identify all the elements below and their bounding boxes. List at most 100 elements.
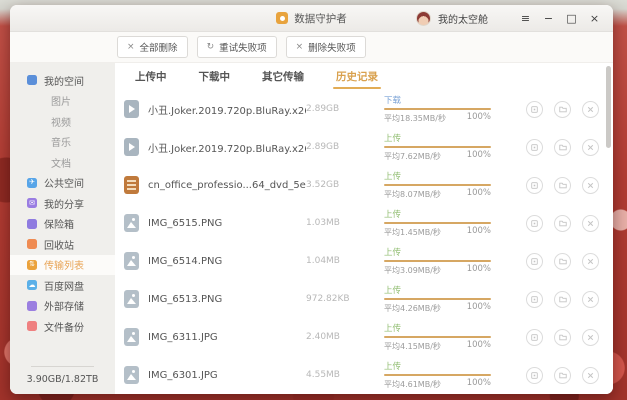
tab-other-transfers[interactable]: 其它传输 [260, 65, 306, 88]
sidebar-item-label: 公共空间 [44, 175, 84, 190]
progress-bar [384, 108, 491, 110]
sidebar-item-8[interactable]: 回收站 [10, 234, 115, 255]
transfer-row[interactable]: IMG_6301.JPG 4.55MB 上传 平均4.61MB/秒 100% [115, 356, 613, 394]
delete-icon[interactable] [582, 329, 599, 346]
open-folder-icon[interactable] [554, 177, 571, 194]
sidebar-item-0[interactable]: 我的空间 [10, 70, 115, 91]
transfer-row[interactable]: IMG_6311.JPG 2.40MB 上传 平均4.15MB/秒 100% [115, 318, 613, 356]
direction-label: 上传 [384, 284, 491, 296]
file-size: 2.89GB [306, 104, 384, 114]
app-logo-icon [276, 12, 288, 24]
row-actions [526, 177, 613, 194]
delete-icon[interactable] [582, 215, 599, 232]
tab-history[interactable]: 历史记录 [334, 65, 380, 88]
sidebar-item-label: 音乐 [51, 134, 71, 149]
sidebar-item-5[interactable]: ✈ 公共空间 [10, 173, 115, 194]
delete-icon[interactable] [582, 253, 599, 270]
open-folder-icon[interactable] [554, 329, 571, 346]
transfer-row[interactable]: 小丑.Joker.2019.720p.BluRay.x264.AC3.mkv 2… [115, 128, 613, 166]
sidebar-item-12[interactable]: 文件备份 [10, 316, 115, 337]
sidebar-item-label: 文档 [51, 155, 71, 170]
open-file-icon[interactable] [526, 329, 543, 346]
file-type-icon [124, 328, 139, 346]
delete-icon[interactable] [582, 177, 599, 194]
retry-failed-label: 重试失败项 [219, 40, 267, 54]
tab-uploading[interactable]: 上传中 [133, 65, 169, 88]
sidebar-item-11[interactable]: 外部存储 [10, 296, 115, 317]
transfer-status: 上传 平均8.07MB/秒 100% [384, 170, 491, 200]
open-folder-icon[interactable] [554, 291, 571, 308]
minimize-icon[interactable]: − [541, 12, 556, 25]
file-size: 1.04MB [306, 256, 384, 266]
sidebar-item-10[interactable]: ☁ 百度网盘 [10, 275, 115, 296]
tab-downloading[interactable]: 下载中 [197, 65, 233, 88]
progress-bar [384, 222, 491, 224]
row-actions [526, 367, 613, 384]
progress-percent: 100% [467, 112, 491, 122]
progress-bar [384, 146, 491, 148]
file-type-icon [124, 366, 139, 384]
average-speed: 平均4.61MB/秒 [384, 379, 441, 390]
clear-failed-icon: × [296, 43, 304, 52]
delete-icon[interactable] [582, 139, 599, 156]
scrollbar-thumb[interactable] [606, 66, 611, 148]
retry-icon: ↻ [207, 43, 215, 52]
open-file-icon[interactable] [526, 177, 543, 194]
menu-icon[interactable]: ≡ [518, 12, 533, 25]
retry-failed-button[interactable]: ↻ 重试失败项 [197, 36, 277, 58]
file-type-icon [124, 290, 139, 308]
delete-icon[interactable] [582, 291, 599, 308]
open-file-icon[interactable] [526, 139, 543, 156]
average-speed: 平均3.09MB/秒 [384, 265, 441, 276]
open-file-icon[interactable] [526, 253, 543, 270]
open-folder-icon[interactable] [554, 139, 571, 156]
open-folder-icon[interactable] [554, 253, 571, 270]
open-file-icon[interactable] [526, 291, 543, 308]
open-folder-icon[interactable] [554, 101, 571, 118]
file-size: 4.55MB [306, 370, 384, 380]
storage-usage-text: 3.90GB/1.82TB [10, 374, 115, 385]
sidebar-item-label: 图片 [51, 93, 71, 108]
title-bar: 数据守护者 我的太空舱 ≡ − □ × [10, 5, 613, 32]
transfer-row[interactable]: IMG_6514.PNG 1.04MB 上传 平均3.09MB/秒 100% [115, 242, 613, 280]
sidebar-item-1[interactable]: 图片 [10, 91, 115, 112]
delete-icon[interactable] [582, 367, 599, 384]
close-icon[interactable]: × [587, 12, 602, 25]
file-backup-icon [27, 321, 37, 331]
delete-all-button[interactable]: × 全部删除 [117, 36, 188, 58]
trash-icon [27, 239, 37, 249]
transfer-row[interactable]: cn_office_professio...64_dvd_5e5be643.is… [115, 166, 613, 204]
file-name: IMG_6515.PNG [148, 218, 306, 229]
transfer-row[interactable]: IMG_6515.PNG 1.03MB 上传 平均1.45MB/秒 100% [115, 204, 613, 242]
sidebar-item-9[interactable]: ⇅ 传输列表 [10, 255, 115, 276]
transfer-status: 下载 平均18.35MB/秒 100% [384, 94, 491, 124]
sidebar-item-2[interactable]: 视频 [10, 111, 115, 132]
open-folder-icon[interactable] [554, 215, 571, 232]
sidebar-item-6[interactable]: ✉ 我的分享 [10, 193, 115, 214]
open-file-icon[interactable] [526, 215, 543, 232]
delete-icon[interactable] [582, 101, 599, 118]
row-actions [526, 215, 613, 232]
transfer-tabs: 上传中 下载中 其它传输 历史记录 [115, 63, 613, 90]
maximize-icon[interactable]: □ [564, 12, 579, 25]
direction-label: 上传 [384, 322, 491, 334]
sidebar-item-7[interactable]: 保险箱 [10, 214, 115, 235]
sidebar-item-3[interactable]: 音乐 [10, 132, 115, 153]
file-size: 2.40MB [306, 332, 384, 342]
file-name: cn_office_professio...64_dvd_5e5be643.is… [148, 180, 306, 191]
progress-percent: 100% [467, 188, 491, 198]
delete-failed-button[interactable]: × 删除失败项 [286, 36, 366, 58]
open-folder-icon[interactable] [554, 367, 571, 384]
open-file-icon[interactable] [526, 101, 543, 118]
transfer-row[interactable]: IMG_6513.PNG 972.82KB 上传 平均4.26MB/秒 100% [115, 280, 613, 318]
account-name[interactable]: 我的太空舱 [438, 11, 488, 26]
clear-icon: × [127, 43, 135, 52]
transfer-row[interactable]: 小丑.Joker.2019.720p.BluRay.x264.AC3.mkv 2… [115, 90, 613, 128]
paper-plane-icon: ✈ [27, 178, 37, 188]
sidebar-item-4[interactable]: 文档 [10, 152, 115, 173]
open-file-icon[interactable] [526, 367, 543, 384]
account-avatar[interactable] [416, 11, 431, 26]
average-speed: 平均4.15MB/秒 [384, 341, 441, 352]
sidebar-item-label: 视频 [51, 114, 71, 129]
row-actions [526, 139, 613, 156]
